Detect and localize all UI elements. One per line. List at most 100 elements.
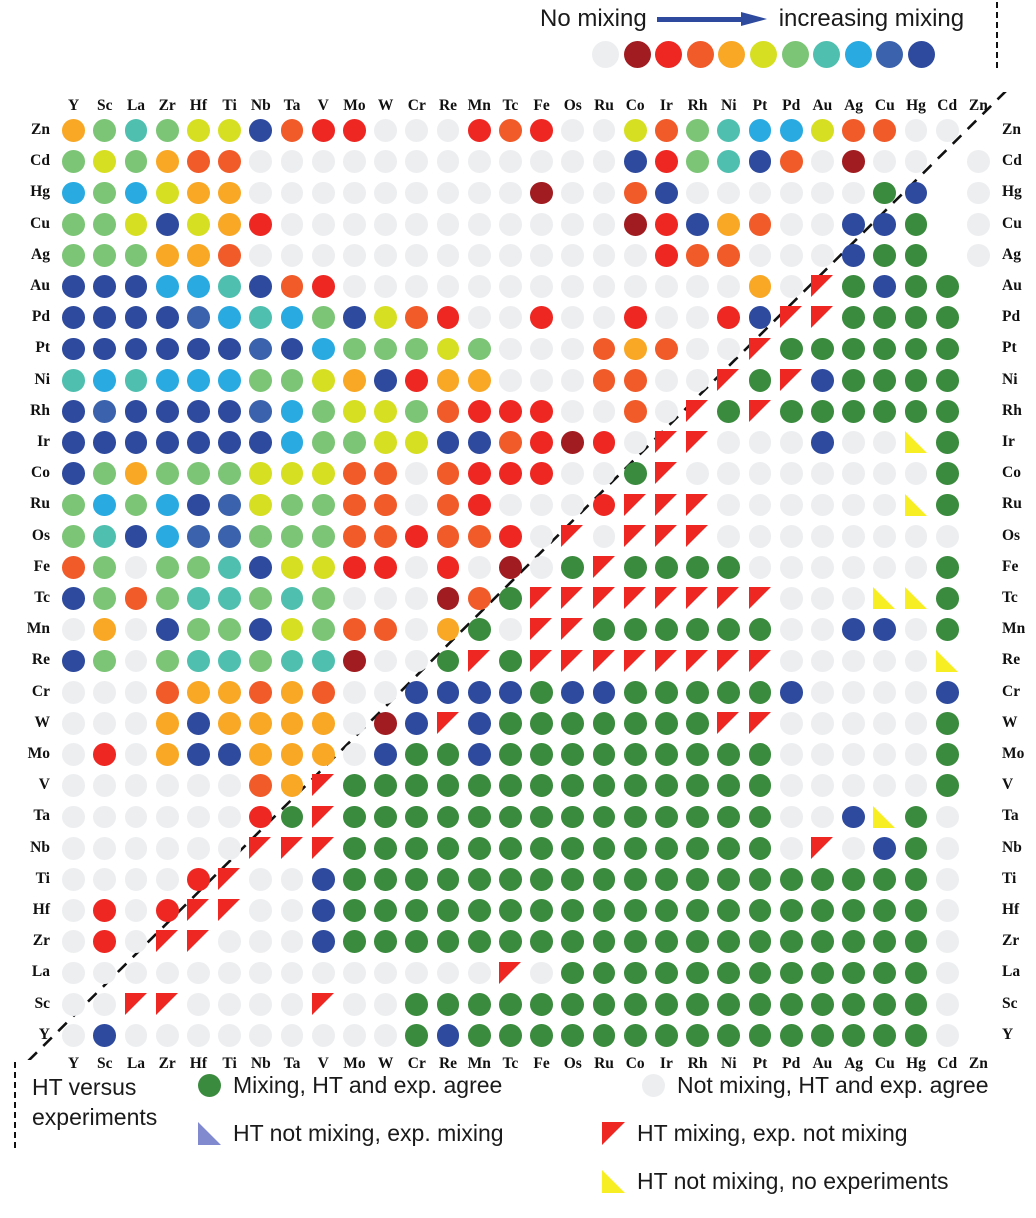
matrix-cell[interactable] bbox=[557, 240, 588, 271]
matrix-cell[interactable] bbox=[713, 271, 744, 302]
matrix-cell[interactable] bbox=[89, 645, 120, 676]
matrix-cell[interactable] bbox=[526, 677, 557, 708]
matrix-cell[interactable] bbox=[807, 271, 838, 302]
matrix-cell[interactable] bbox=[89, 146, 120, 177]
matrix-cell[interactable] bbox=[495, 209, 526, 240]
matrix-cell[interactable] bbox=[682, 240, 713, 271]
matrix-cell[interactable] bbox=[838, 614, 869, 645]
matrix-cell[interactable] bbox=[776, 989, 807, 1020]
matrix-cell[interactable] bbox=[370, 770, 401, 801]
matrix-cell[interactable] bbox=[713, 302, 744, 333]
matrix-cell[interactable] bbox=[713, 614, 744, 645]
matrix-cell[interactable] bbox=[495, 521, 526, 552]
matrix-cell[interactable] bbox=[620, 209, 651, 240]
matrix-cell[interactable] bbox=[214, 926, 245, 957]
matrix-cell[interactable] bbox=[557, 895, 588, 926]
matrix-cell[interactable] bbox=[370, 645, 401, 676]
matrix-cell[interactable] bbox=[807, 489, 838, 520]
matrix-cell[interactable] bbox=[245, 708, 276, 739]
matrix-cell[interactable] bbox=[744, 427, 775, 458]
matrix-cell[interactable] bbox=[682, 302, 713, 333]
matrix-cell[interactable] bbox=[370, 833, 401, 864]
matrix-cell[interactable] bbox=[183, 489, 214, 520]
matrix-cell[interactable] bbox=[869, 489, 900, 520]
matrix-cell[interactable] bbox=[432, 1020, 463, 1051]
matrix-cell[interactable] bbox=[152, 895, 183, 926]
matrix-cell[interactable] bbox=[308, 801, 339, 832]
matrix-cell[interactable] bbox=[370, 801, 401, 832]
matrix-cell[interactable] bbox=[713, 458, 744, 489]
matrix-cell[interactable] bbox=[651, 739, 682, 770]
matrix-cell[interactable] bbox=[807, 1020, 838, 1051]
matrix-cell[interactable] bbox=[339, 801, 370, 832]
matrix-cell[interactable] bbox=[58, 645, 89, 676]
matrix-cell[interactable] bbox=[214, 677, 245, 708]
matrix-cell[interactable] bbox=[152, 177, 183, 208]
matrix-cell[interactable] bbox=[776, 895, 807, 926]
matrix-cell[interactable] bbox=[464, 614, 495, 645]
matrix-cell[interactable] bbox=[838, 645, 869, 676]
matrix-cell[interactable] bbox=[370, 146, 401, 177]
matrix-cell[interactable] bbox=[276, 864, 307, 895]
matrix-cell[interactable] bbox=[495, 427, 526, 458]
matrix-cell[interactable] bbox=[183, 833, 214, 864]
matrix-cell[interactable] bbox=[620, 833, 651, 864]
matrix-cell[interactable] bbox=[245, 833, 276, 864]
matrix-cell[interactable] bbox=[869, 677, 900, 708]
matrix-cell[interactable] bbox=[370, 427, 401, 458]
matrix-cell[interactable] bbox=[401, 115, 432, 146]
matrix-cell[interactable] bbox=[713, 552, 744, 583]
matrix-cell[interactable] bbox=[557, 177, 588, 208]
matrix-cell[interactable] bbox=[214, 146, 245, 177]
matrix-cell[interactable] bbox=[713, 427, 744, 458]
matrix-cell[interactable] bbox=[776, 365, 807, 396]
matrix-cell[interactable] bbox=[464, 177, 495, 208]
matrix-cell[interactable] bbox=[682, 989, 713, 1020]
matrix-cell[interactable] bbox=[651, 302, 682, 333]
matrix-cell[interactable] bbox=[276, 333, 307, 364]
matrix-cell[interactable] bbox=[620, 801, 651, 832]
matrix-cell[interactable] bbox=[120, 833, 151, 864]
matrix-cell[interactable] bbox=[838, 458, 869, 489]
matrix-cell[interactable] bbox=[370, 271, 401, 302]
matrix-cell[interactable] bbox=[120, 146, 151, 177]
matrix-cell[interactable] bbox=[900, 833, 931, 864]
matrix-cell[interactable] bbox=[120, 739, 151, 770]
matrix-cell[interactable] bbox=[744, 739, 775, 770]
matrix-cell[interactable] bbox=[620, 645, 651, 676]
matrix-cell[interactable] bbox=[682, 833, 713, 864]
matrix-cell[interactable] bbox=[651, 989, 682, 1020]
matrix-cell[interactable] bbox=[744, 801, 775, 832]
matrix-cell[interactable] bbox=[526, 552, 557, 583]
matrix-cell[interactable] bbox=[308, 739, 339, 770]
matrix-cell[interactable] bbox=[339, 209, 370, 240]
matrix-cell[interactable] bbox=[744, 583, 775, 614]
matrix-cell[interactable] bbox=[807, 770, 838, 801]
matrix-cell[interactable] bbox=[776, 739, 807, 770]
matrix-cell[interactable] bbox=[58, 240, 89, 271]
matrix-cell[interactable] bbox=[58, 489, 89, 520]
matrix-cell[interactable] bbox=[620, 489, 651, 520]
matrix-cell[interactable] bbox=[495, 708, 526, 739]
matrix-cell[interactable] bbox=[432, 614, 463, 645]
matrix-cell[interactable] bbox=[838, 209, 869, 240]
matrix-cell[interactable] bbox=[152, 864, 183, 895]
matrix-cell[interactable] bbox=[588, 427, 619, 458]
matrix-cell[interactable] bbox=[776, 271, 807, 302]
matrix-cell[interactable] bbox=[152, 583, 183, 614]
matrix-cell[interactable] bbox=[588, 333, 619, 364]
matrix-cell[interactable] bbox=[557, 957, 588, 988]
matrix-cell[interactable] bbox=[807, 645, 838, 676]
matrix-cell[interactable] bbox=[370, 739, 401, 770]
matrix-cell[interactable] bbox=[120, 583, 151, 614]
matrix-cell[interactable] bbox=[276, 427, 307, 458]
matrix-cell[interactable] bbox=[464, 677, 495, 708]
matrix-cell[interactable] bbox=[526, 146, 557, 177]
matrix-cell[interactable] bbox=[807, 521, 838, 552]
matrix-cell[interactable] bbox=[464, 302, 495, 333]
matrix-cell[interactable] bbox=[464, 458, 495, 489]
matrix-cell[interactable] bbox=[932, 739, 963, 770]
matrix-cell[interactable] bbox=[245, 396, 276, 427]
matrix-cell[interactable] bbox=[370, 240, 401, 271]
matrix-cell[interactable] bbox=[932, 583, 963, 614]
